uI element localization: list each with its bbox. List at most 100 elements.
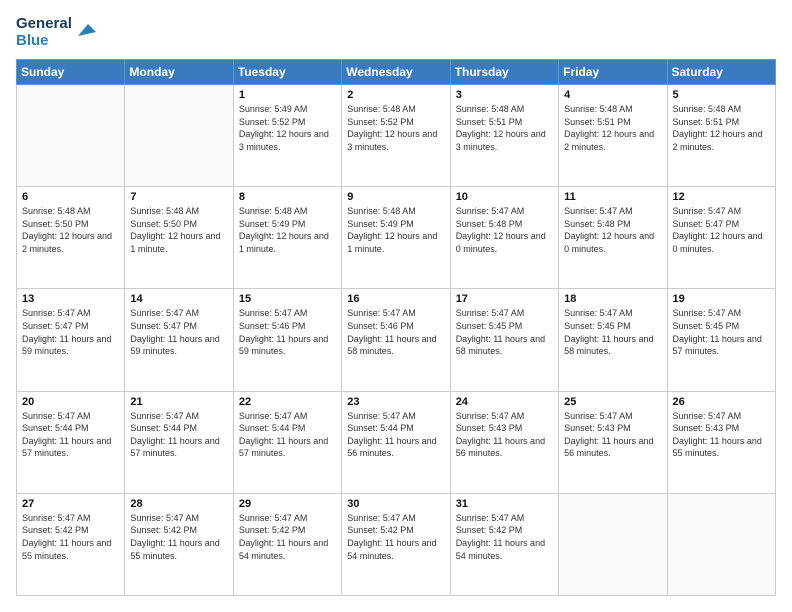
day-number-26: 26 [673, 396, 770, 408]
day-number-8: 8 [239, 191, 336, 203]
day-info-22: Sunrise: 5:47 AMSunset: 5:44 PMDaylight:… [239, 410, 336, 460]
page: General Blue SundayMondayTuesdayWednesda… [0, 0, 792, 612]
day-cell-3: 3 Sunrise: 5:48 AMSunset: 5:51 PMDaylight… [450, 85, 558, 187]
day-info-19: Sunrise: 5:47 AMSunset: 5:45 PMDaylight:… [673, 307, 770, 357]
day-info-21: Sunrise: 5:47 AMSunset: 5:44 PMDaylight:… [130, 410, 227, 460]
weekday-header-tuesday: Tuesday [233, 60, 341, 85]
day-info-17: Sunrise: 5:47 AMSunset: 5:45 PMDaylight:… [456, 307, 553, 357]
day-cell-5: 5 Sunrise: 5:48 AMSunset: 5:51 PMDaylight… [667, 85, 775, 187]
day-number-14: 14 [130, 293, 227, 305]
day-info-18: Sunrise: 5:47 AMSunset: 5:45 PMDaylight:… [564, 307, 661, 357]
day-cell-31: 31 Sunrise: 5:47 AMSunset: 5:42 PMDayligh… [450, 493, 558, 595]
day-cell-17: 17 Sunrise: 5:47 AMSunset: 5:45 PMDayligh… [450, 289, 558, 391]
day-info-6: Sunrise: 5:48 AMSunset: 5:50 PMDaylight:… [22, 205, 119, 255]
day-cell-29: 29Sunrise: 5:47 AMSunset: 5:42 PMDayligh… [233, 493, 341, 595]
empty-cell [667, 493, 775, 595]
day-cell-21: 21 Sunrise: 5:47 AMSunset: 5:44 PMDayligh… [125, 391, 233, 493]
day-info-16: Sunrise: 5:47 AMSunset: 5:46 PMDaylight:… [347, 307, 444, 357]
day-info-1: Sunrise: 5:49 AMSunset: 5:52 PMDaylight:… [239, 103, 336, 153]
day-number-6: 6 [22, 191, 119, 203]
day-info-14: Sunrise: 5:47 AMSunset: 5:47 PMDaylight:… [130, 307, 227, 357]
week-row-5: 27 Sunrise: 5:47 AMSunset: 5:42 PMDayligh… [17, 493, 776, 595]
day-number-31: 31 [456, 498, 553, 510]
day-info-26: Sunrise: 5:47 AMSunset: 5:43 PMDaylight:… [673, 410, 770, 460]
day-cell-28: 28 Sunrise: 5:47 AMSunset: 5:42 PMDayligh… [125, 493, 233, 595]
empty-cell [125, 85, 233, 187]
day-info-20: Sunrise: 5:47 AMSunset: 5:44 PMDaylight:… [22, 410, 119, 460]
day-number-11: 11 [564, 191, 661, 203]
day-number-1: 1 [239, 89, 336, 101]
weekday-header-monday: Monday [125, 60, 233, 85]
day-cell-12: 12 Sunrise: 5:47 AMSunset: 5:47 PMDayligh… [667, 187, 775, 289]
day-number-30: 30 [347, 498, 444, 510]
day-info-27: Sunrise: 5:47 AMSunset: 5:42 PMDaylight:… [22, 512, 119, 562]
day-number-18: 18 [564, 293, 661, 305]
day-info-10: Sunrise: 5:47 AMSunset: 5:48 PMDaylight:… [456, 205, 553, 255]
week-row-1: 1 Sunrise: 5:49 AMSunset: 5:52 PMDaylight… [17, 85, 776, 187]
day-cell-25: 25Sunrise: 5:47 AMSunset: 5:43 PMDayligh… [559, 391, 667, 493]
day-cell-6: 6 Sunrise: 5:48 AMSunset: 5:50 PMDaylight… [17, 187, 125, 289]
day-info-12: Sunrise: 5:47 AMSunset: 5:47 PMDaylight:… [673, 205, 770, 255]
week-row-4: 20 Sunrise: 5:47 AMSunset: 5:44 PMDayligh… [17, 391, 776, 493]
day-number-10: 10 [456, 191, 553, 203]
day-number-20: 20 [22, 396, 119, 408]
day-cell-9: 9Sunrise: 5:48 AMSunset: 5:49 PMDaylight… [342, 187, 450, 289]
day-cell-27: 27 Sunrise: 5:47 AMSunset: 5:42 PMDayligh… [17, 493, 125, 595]
logo: General Blue [16, 16, 96, 49]
day-cell-23: 23 Sunrise: 5:47 AMSunset: 5:44 PMDayligh… [342, 391, 450, 493]
weekday-header-row: SundayMondayTuesdayWednesdayThursdayFrid… [17, 60, 776, 85]
day-number-5: 5 [673, 89, 770, 101]
week-row-2: 6 Sunrise: 5:48 AMSunset: 5:50 PMDaylight… [17, 187, 776, 289]
day-info-30: Sunrise: 5:47 AMSunset: 5:42 PMDaylight:… [347, 512, 444, 562]
week-row-3: 13 Sunrise: 5:47 AMSunset: 5:47 PMDayligh… [17, 289, 776, 391]
day-info-15: Sunrise: 5:47 AMSunset: 5:46 PMDaylight:… [239, 307, 336, 357]
day-cell-19: 19 Sunrise: 5:47 AMSunset: 5:45 PMDayligh… [667, 289, 775, 391]
day-number-2: 2 [347, 89, 444, 101]
calendar-table: SundayMondayTuesdayWednesdayThursdayFrid… [16, 59, 776, 596]
day-number-15: 15 [239, 293, 336, 305]
day-cell-18: 18 Sunrise: 5:47 AMSunset: 5:45 PMDayligh… [559, 289, 667, 391]
day-info-4: Sunrise: 5:48 AMSunset: 5:51 PMDaylight:… [564, 103, 661, 153]
day-number-17: 17 [456, 293, 553, 305]
day-info-31: Sunrise: 5:47 AMSunset: 5:42 PMDaylight:… [456, 512, 553, 562]
day-number-3: 3 [456, 89, 553, 101]
empty-cell [559, 493, 667, 595]
day-number-19: 19 [673, 293, 770, 305]
day-info-28: Sunrise: 5:47 AMSunset: 5:42 PMDaylight:… [130, 512, 227, 562]
logo-arrow-icon [74, 18, 96, 40]
day-number-7: 7 [130, 191, 227, 203]
day-info-25: Sunrise: 5:47 AMSunset: 5:43 PMDaylight:… [564, 410, 661, 460]
day-number-21: 21 [130, 396, 227, 408]
day-cell-8: 8 Sunrise: 5:48 AMSunset: 5:49 PMDaylight… [233, 187, 341, 289]
day-info-29: Sunrise: 5:47 AMSunset: 5:42 PMDaylight:… [239, 512, 336, 562]
day-info-13: Sunrise: 5:47 AMSunset: 5:47 PMDaylight:… [22, 307, 119, 357]
day-number-12: 12 [673, 191, 770, 203]
day-cell-2: 2 Sunrise: 5:48 AMSunset: 5:52 PMDaylight… [342, 85, 450, 187]
day-info-3: Sunrise: 5:48 AMSunset: 5:51 PMDaylight:… [456, 103, 553, 153]
empty-cell [17, 85, 125, 187]
day-number-13: 13 [22, 293, 119, 305]
day-cell-22: 22 Sunrise: 5:47 AMSunset: 5:44 PMDayligh… [233, 391, 341, 493]
weekday-header-sunday: Sunday [17, 60, 125, 85]
day-number-23: 23 [347, 396, 444, 408]
day-info-24: Sunrise: 5:47 AMSunset: 5:43 PMDaylight:… [456, 410, 553, 460]
day-info-11: Sunrise: 5:47 AMSunset: 5:48 PMDaylight:… [564, 205, 661, 255]
day-info-5: Sunrise: 5:48 AMSunset: 5:51 PMDaylight:… [673, 103, 770, 153]
day-info-23: Sunrise: 5:47 AMSunset: 5:44 PMDaylight:… [347, 410, 444, 460]
day-number-22: 22 [239, 396, 336, 408]
day-number-24: 24 [456, 396, 553, 408]
day-info-2: Sunrise: 5:48 AMSunset: 5:52 PMDaylight:… [347, 103, 444, 153]
day-number-9: 9 [347, 191, 444, 203]
day-cell-7: 7Sunrise: 5:48 AMSunset: 5:50 PMDaylight… [125, 187, 233, 289]
day-info-8: Sunrise: 5:48 AMSunset: 5:49 PMDaylight:… [239, 205, 336, 255]
day-cell-20: 20 Sunrise: 5:47 AMSunset: 5:44 PMDayligh… [17, 391, 125, 493]
day-cell-4: 4Sunrise: 5:48 AMSunset: 5:51 PMDaylight… [559, 85, 667, 187]
day-cell-15: 15 Sunrise: 5:47 AMSunset: 5:46 PMDayligh… [233, 289, 341, 391]
header: General Blue [16, 16, 776, 49]
day-cell-11: 11 Sunrise: 5:47 AMSunset: 5:48 PMDayligh… [559, 187, 667, 289]
day-number-27: 27 [22, 498, 119, 510]
day-cell-14: 14 Sunrise: 5:47 AMSunset: 5:47 PMDayligh… [125, 289, 233, 391]
day-number-28: 28 [130, 498, 227, 510]
day-cell-13: 13 Sunrise: 5:47 AMSunset: 5:47 PMDayligh… [17, 289, 125, 391]
weekday-header-saturday: Saturday [667, 60, 775, 85]
